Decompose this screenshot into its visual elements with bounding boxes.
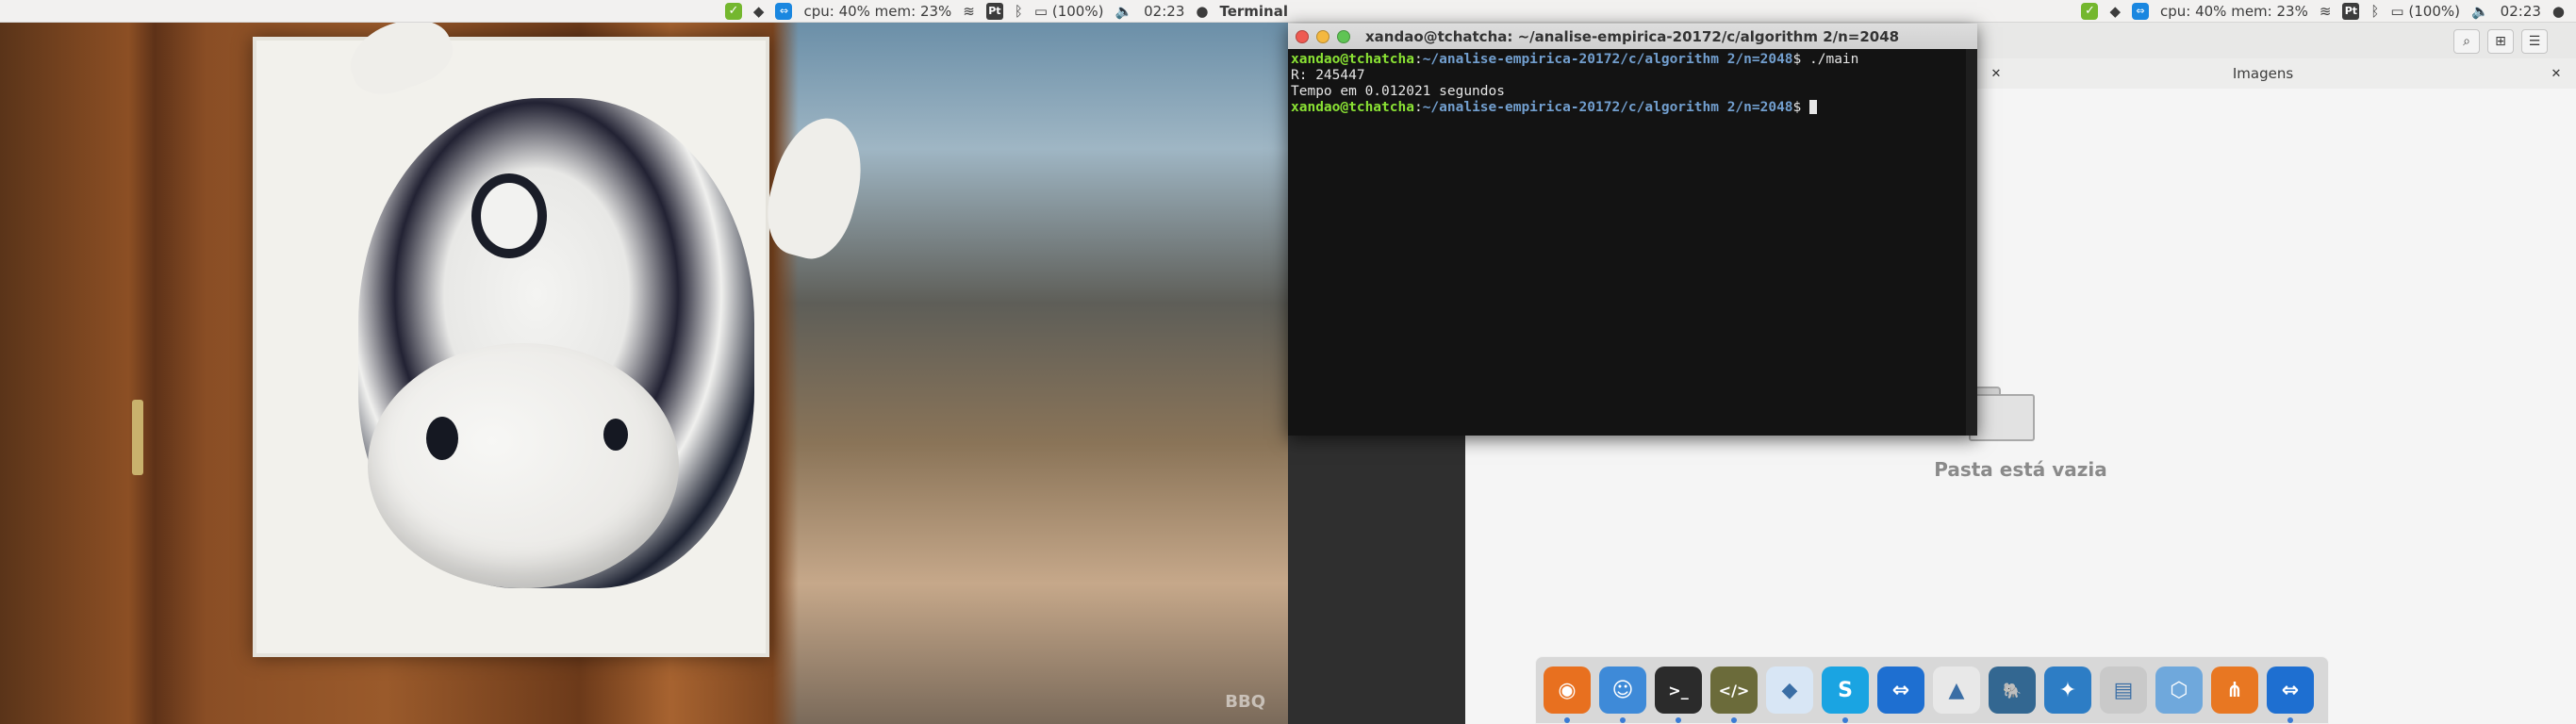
dock-scanner-icon[interactable]: ▤ bbox=[2100, 666, 2147, 714]
volume-icon[interactable]: 🔈 bbox=[1115, 3, 1132, 20]
teamviewer-2-glyph: ⇔ bbox=[2281, 678, 2300, 702]
cow-nostril bbox=[426, 417, 458, 460]
running-indicator bbox=[2287, 717, 2293, 723]
top-panel-right: ✓ ◆ ⇔ cpu: 40% mem: 23% ≋ Pt ᛒ ▭ (100%) … bbox=[1288, 0, 2576, 23]
dock-code-editor-icon[interactable]: </> bbox=[1710, 666, 1758, 723]
maximize-window-icon[interactable] bbox=[1337, 29, 1350, 43]
keyboard-layout-indicator[interactable]: Pt bbox=[985, 2, 1003, 20]
minimize-window-icon[interactable] bbox=[1316, 29, 1329, 43]
teamviewer-glyph: ⇔ bbox=[1891, 678, 1910, 702]
apple-menu-icon[interactable]: ● bbox=[2552, 3, 2565, 20]
dock-finder-icon[interactable]: ☺ bbox=[1599, 666, 1646, 723]
dock-postgresql-icon[interactable]: 🐘 bbox=[1989, 666, 2036, 714]
view-grid-button[interactable]: ⊞ bbox=[2487, 29, 2514, 54]
firefox-glyph: ◉ bbox=[1558, 678, 1577, 702]
terminal-titlebar[interactable]: xandao@tchatcha: ~/analise-empirica-2017… bbox=[1288, 24, 1977, 50]
teamviewer-indicator-icon[interactable]: ⇔ bbox=[2132, 2, 2149, 20]
terminal-window: xandao@tchatcha: ~/analise-empirica-2017… bbox=[1288, 24, 1977, 436]
empty-folder-icon bbox=[1969, 387, 2035, 441]
top-panel-left: ✓ ◆ ⇔ cpu: 40% mem: 23% ≋ Pt ᛒ ▭ (100%) … bbox=[0, 0, 1288, 23]
skype-glyph: S bbox=[1838, 678, 1853, 702]
battery-icon: ▭ bbox=[2390, 2, 2404, 20]
terminal-prompt-line: xandao@tchatcha:~/analise-empirica-20172… bbox=[1291, 100, 1974, 116]
dock-teamviewer-icon[interactable]: ⇔ bbox=[1877, 666, 1924, 714]
network-app-glyph: ⋔ bbox=[2225, 678, 2244, 702]
cow-snout bbox=[368, 343, 679, 588]
dock-terminal-icon[interactable]: >_ bbox=[1655, 666, 1702, 723]
system-monitor-indicator[interactable]: cpu: 40% mem: 23% bbox=[2160, 3, 2308, 20]
close-tab-icon[interactable]: ✕ bbox=[2548, 65, 2565, 82]
postgresql-glyph: 🐘 bbox=[2003, 681, 2022, 699]
dock-matlab-icon[interactable]: ▲ bbox=[1933, 666, 1980, 714]
wifi-icon[interactable]: ≋ bbox=[963, 3, 975, 20]
battery-icon: ▭ bbox=[1033, 2, 1049, 20]
teamviewer-indicator-icon[interactable]: ⇔ bbox=[775, 2, 793, 20]
text-cursor bbox=[1809, 100, 1817, 114]
clock[interactable]: 02:23 bbox=[2501, 3, 2541, 20]
system-monitor-indicator[interactable]: cpu: 40% mem: 23% bbox=[803, 3, 951, 20]
keyboard-layout-indicator[interactable]: Pt bbox=[2342, 2, 2360, 20]
search-button[interactable]: ⌕ bbox=[2453, 29, 2480, 54]
terminal-title: xandao@tchatcha: ~/analise-empirica-2017… bbox=[1365, 27, 1900, 45]
search-icon: ⌕ bbox=[2463, 34, 2470, 49]
cow-nostril bbox=[603, 419, 628, 451]
dock-mysql-workbench-icon[interactable]: ✦ bbox=[2044, 666, 2091, 714]
wifi-icon[interactable]: ≋ bbox=[2320, 3, 2332, 20]
tab-imagens[interactable]: Imagens bbox=[1999, 58, 2527, 89]
dock: ◉ ☺ >_ </> ◆ S ⇔ ▲ 🐘 ✦ ▤ ⬡ ⋔ ⇔ bbox=[1535, 656, 2329, 724]
bluetooth-icon[interactable]: ᛒ bbox=[2370, 3, 2379, 20]
desktop-wallpaper: BBQ bbox=[0, 7, 1288, 724]
dock-dropbox-icon[interactable]: ◆ bbox=[1766, 666, 1813, 714]
menu-button[interactable]: ☰ bbox=[2521, 29, 2548, 54]
cow-eye bbox=[471, 173, 547, 258]
finder-glyph: ☺ bbox=[1611, 678, 1634, 702]
running-indicator bbox=[1731, 717, 1737, 723]
running-indicator bbox=[1676, 717, 1681, 723]
door-hinge bbox=[132, 400, 143, 475]
terminal-scrollbar[interactable] bbox=[1966, 49, 1977, 436]
terminal-glyph: >_ bbox=[1668, 681, 1689, 699]
volume-icon[interactable]: 🔈 bbox=[2471, 3, 2489, 20]
scanner-glyph: ▤ bbox=[2113, 678, 2134, 702]
dock-teamviewer-2-icon[interactable]: ⇔ bbox=[2267, 666, 2314, 723]
update-indicator-icon[interactable]: ✓ bbox=[2081, 2, 2099, 20]
dock-firefox-icon[interactable]: ◉ bbox=[1544, 666, 1591, 723]
battery-percent: (100%) bbox=[2408, 2, 2460, 20]
grid-icon: ⊞ bbox=[2495, 34, 2506, 49]
battery-percent: (100%) bbox=[1051, 2, 1104, 20]
virtualbox-glyph: ⬡ bbox=[2170, 678, 2188, 702]
active-app-name[interactable]: Terminal bbox=[1219, 3, 1288, 20]
empty-folder-message: Pasta está vazia bbox=[1934, 458, 2107, 481]
dropbox-indicator-icon[interactable]: ◆ bbox=[753, 3, 765, 20]
running-indicator bbox=[1842, 717, 1848, 723]
hamburger-icon: ☰ bbox=[2528, 34, 2541, 49]
bluetooth-icon[interactable]: ᛒ bbox=[1015, 3, 1023, 20]
running-indicator bbox=[1620, 717, 1626, 723]
battery-indicator[interactable]: ▭ (100%) bbox=[2390, 3, 2460, 20]
dock-skype-icon[interactable]: S bbox=[1822, 666, 1869, 723]
code-editor-glyph: </> bbox=[1718, 681, 1750, 699]
running-indicator bbox=[1564, 717, 1570, 723]
dock-network-app-icon[interactable]: ⋔ bbox=[2211, 666, 2258, 714]
dropbox-glyph: ◆ bbox=[1781, 678, 1798, 702]
matlab-glyph: ▲ bbox=[1948, 678, 1965, 702]
terminal-line: Tempo em 0.012021 segundos bbox=[1291, 84, 1505, 99]
clock[interactable]: 02:23 bbox=[1144, 3, 1184, 20]
terminal-output[interactable]: xandao@tchatcha:~/analise-empirica-20172… bbox=[1288, 49, 1977, 436]
apple-menu-icon[interactable]: ● bbox=[1196, 3, 1208, 20]
dock-virtualbox-icon[interactable]: ⬡ bbox=[2155, 666, 2203, 714]
terminal-line: xandao@tchatcha:~/analise-empirica-20172… bbox=[1291, 52, 1859, 67]
update-indicator-icon[interactable]: ✓ bbox=[724, 2, 742, 20]
battery-indicator[interactable]: ▭ (100%) bbox=[1034, 3, 1104, 20]
terminal-line: R: 245447 bbox=[1291, 68, 1365, 83]
dropbox-indicator-icon[interactable]: ◆ bbox=[2109, 3, 2121, 20]
cow-ear bbox=[756, 107, 875, 268]
close-window-icon[interactable] bbox=[1296, 29, 1309, 43]
photo-watermark: BBQ bbox=[1225, 692, 1265, 712]
mysql-workbench-glyph: ✦ bbox=[2058, 678, 2077, 702]
